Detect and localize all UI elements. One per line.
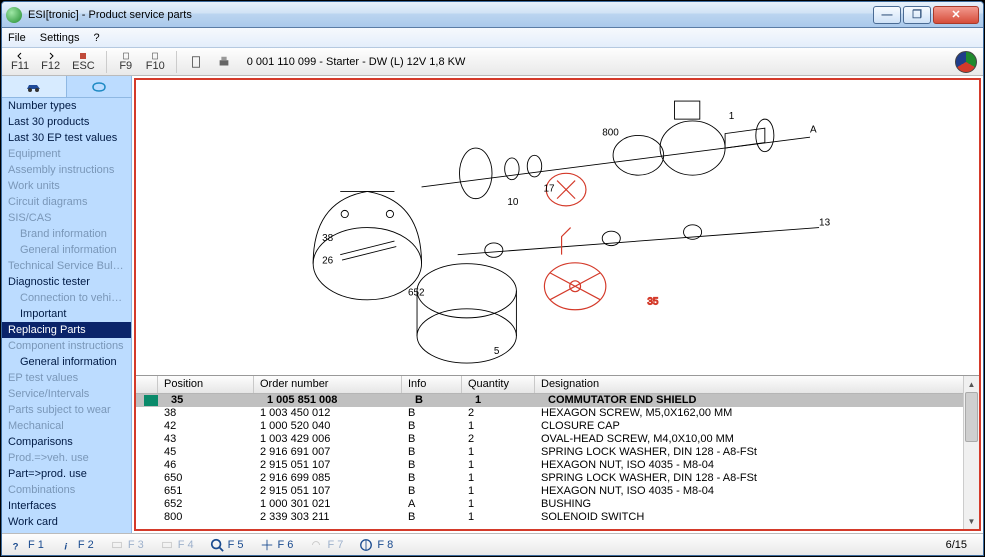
help-f1-button[interactable]: ?F 1 — [10, 538, 44, 552]
table-row[interactable]: 8002 339 303 211B1SOLENOID SWITCH — [136, 511, 979, 524]
col-quantity[interactable]: Quantity — [462, 376, 535, 393]
table-row[interactable]: 462 915 051 107B1HEXAGON NUT, ISO 4035 -… — [136, 459, 979, 472]
link-f7-button[interactable]: F 7 — [309, 538, 343, 552]
sidebar-item-6[interactable]: Circuit diagrams — [2, 194, 131, 210]
sidebar-item-4[interactable]: Assembly instructions — [2, 162, 131, 178]
ring-f8-button[interactable]: F 8 — [359, 538, 393, 552]
close-button[interactable]: ✕ — [933, 6, 979, 24]
menu-help[interactable]: ? — [93, 32, 99, 44]
sidebar-item-22[interactable]: Prod.=>veh. use — [2, 450, 131, 466]
sidebar-item-11[interactable]: Diagnostic tester — [2, 274, 131, 290]
svg-text:652: 652 — [408, 287, 425, 298]
info-f2-button[interactable]: iF 2 — [60, 538, 94, 552]
row-marker-icon — [144, 395, 158, 406]
col-order-number[interactable]: Order number — [254, 376, 402, 393]
toolbar: F11 F12 ESC F9 F10 0 001 110 099 - Start… — [2, 48, 983, 76]
sidebar-item-9[interactable]: General information — [2, 242, 131, 258]
cart2-f4-button[interactable]: F 4 — [160, 538, 194, 552]
split-f6-button[interactable]: F 6 — [260, 538, 294, 552]
table-row[interactable]: 431 003 429 006B2OVAL-HEAD SCREW, M4,0X1… — [136, 433, 979, 446]
app-window: ESI[tronic] - Product service parts — ❐ … — [1, 1, 984, 556]
sidebar-item-15[interactable]: Component instructions — [2, 338, 131, 354]
doc-f9-button[interactable]: F9 — [115, 51, 137, 73]
sidebar-item-1[interactable]: Last 30 products — [2, 114, 131, 130]
product-label: 0 001 110 099 - Starter - DW (L) 12V 1,8… — [247, 56, 466, 68]
table-row[interactable]: 6502 916 699 085B1SPRING LOCK WASHER, DI… — [136, 472, 979, 485]
sidebar-item-10[interactable]: Technical Service Bulletins — [2, 258, 131, 274]
sidebar-item-7[interactable]: SIS/CAS — [2, 210, 131, 226]
sidebar-item-14[interactable]: Replacing Parts — [2, 322, 131, 338]
sidebar-item-20[interactable]: Mechanical — [2, 418, 131, 434]
table-row[interactable]: 421 000 520 040B1CLOSURE CAP — [136, 420, 979, 433]
svg-text:?: ? — [13, 541, 19, 552]
table-scrollbar[interactable]: ▲ ▼ — [963, 376, 979, 529]
window-title: ESI[tronic] - Product service parts — [28, 9, 873, 21]
scroll-up-icon[interactable]: ▲ — [964, 376, 979, 392]
title-bar[interactable]: ESI[tronic] - Product service parts — ❐ … — [2, 2, 983, 28]
svg-text:17: 17 — [544, 183, 556, 194]
bosch-logo-icon — [955, 51, 977, 73]
col-marker[interactable] — [136, 376, 158, 393]
cart-f3-button[interactable]: F 3 — [110, 538, 144, 552]
sidebar: Number typesLast 30 productsLast 30 EP t… — [2, 76, 132, 533]
sidebar-item-13[interactable]: Important — [2, 306, 131, 322]
col-position[interactable]: Position — [158, 376, 254, 393]
table-row[interactable]: 6521 000 301 021A1BUSHING — [136, 498, 979, 511]
zoom-f5-button[interactable]: F 5 — [210, 538, 244, 552]
forward-button[interactable]: F12 — [38, 51, 63, 73]
sidebar-item-5[interactable]: Work units — [2, 178, 131, 194]
sidebar-item-16[interactable]: General information — [2, 354, 131, 370]
svg-text:10: 10 — [508, 197, 520, 208]
sidebar-item-24[interactable]: Combinations — [2, 482, 131, 498]
table-row[interactable]: 452 916 691 007B1SPRING LOCK WASHER, DIN… — [136, 446, 979, 459]
sidebar-item-26[interactable]: Work card — [2, 514, 131, 530]
parts-table: Position Order number Info Quantity Desi… — [136, 375, 979, 529]
sidebar-tab-part[interactable] — [67, 76, 131, 97]
svg-text:35: 35 — [648, 296, 660, 307]
doc-f10-button[interactable]: F10 — [143, 51, 168, 73]
table-row[interactable]: 351 005 851 008B1COMMUTATOR END SHIELD — [136, 394, 979, 407]
status-bar: ?F 1 iF 2 F 3 F 4 F 5 F 6 F 7 F 8 6/15 — [2, 533, 983, 555]
table-row[interactable]: 6512 915 051 107B1HEXAGON NUT, ISO 4035 … — [136, 485, 979, 498]
back-button[interactable]: F11 — [8, 51, 32, 73]
page-icon[interactable] — [185, 51, 207, 73]
print-button[interactable] — [213, 51, 235, 73]
svg-text:A: A — [810, 125, 817, 136]
sidebar-item-17[interactable]: EP test values — [2, 370, 131, 386]
sidebar-item-18[interactable]: Service/Intervals — [2, 386, 131, 402]
minimize-button[interactable]: — — [873, 6, 901, 24]
sidebar-item-19[interactable]: Parts subject to wear — [2, 402, 131, 418]
sidebar-item-21[interactable]: Comparisons — [2, 434, 131, 450]
col-designation[interactable]: Designation — [535, 376, 979, 393]
sidebar-item-2[interactable]: Last 30 EP test values — [2, 130, 131, 146]
scroll-thumb[interactable] — [965, 392, 978, 442]
sidebar-item-12[interactable]: Connection to vehicle — [2, 290, 131, 306]
exploded-diagram[interactable]: 35 26 652 10 17 800 1 A 13 38 5 — [136, 80, 979, 375]
scroll-down-icon[interactable]: ▼ — [964, 513, 979, 529]
maximize-button[interactable]: ❐ — [903, 6, 931, 24]
svg-text:800: 800 — [603, 127, 620, 138]
menu-file[interactable]: File — [8, 32, 26, 44]
sidebar-item-8[interactable]: Brand information — [2, 226, 131, 242]
svg-text:38: 38 — [323, 233, 335, 244]
svg-text:i: i — [64, 541, 67, 552]
app-icon — [6, 7, 22, 23]
svg-text:1: 1 — [729, 111, 735, 122]
col-info[interactable]: Info — [402, 376, 462, 393]
svg-text:26: 26 — [323, 256, 335, 267]
sidebar-item-0[interactable]: Number types — [2, 98, 131, 114]
svg-text:13: 13 — [819, 218, 831, 229]
menu-bar: File Settings ? — [2, 28, 983, 48]
sidebar-item-23[interactable]: Part=>prod. use — [2, 466, 131, 482]
menu-settings[interactable]: Settings — [40, 32, 80, 44]
sidebar-tab-vehicle[interactable] — [2, 76, 67, 97]
esc-button[interactable]: ESC — [69, 51, 98, 73]
page-indicator: 6/15 — [946, 539, 975, 551]
sidebar-item-25[interactable]: Interfaces — [2, 498, 131, 514]
table-row[interactable]: 381 003 450 012B2HEXAGON SCREW, M5,0X162… — [136, 407, 979, 420]
sidebar-item-3[interactable]: Equipment — [2, 146, 131, 162]
svg-text:5: 5 — [494, 346, 500, 357]
main-panel: 35 26652 1017 8001 A13 385 Po — [134, 78, 981, 531]
